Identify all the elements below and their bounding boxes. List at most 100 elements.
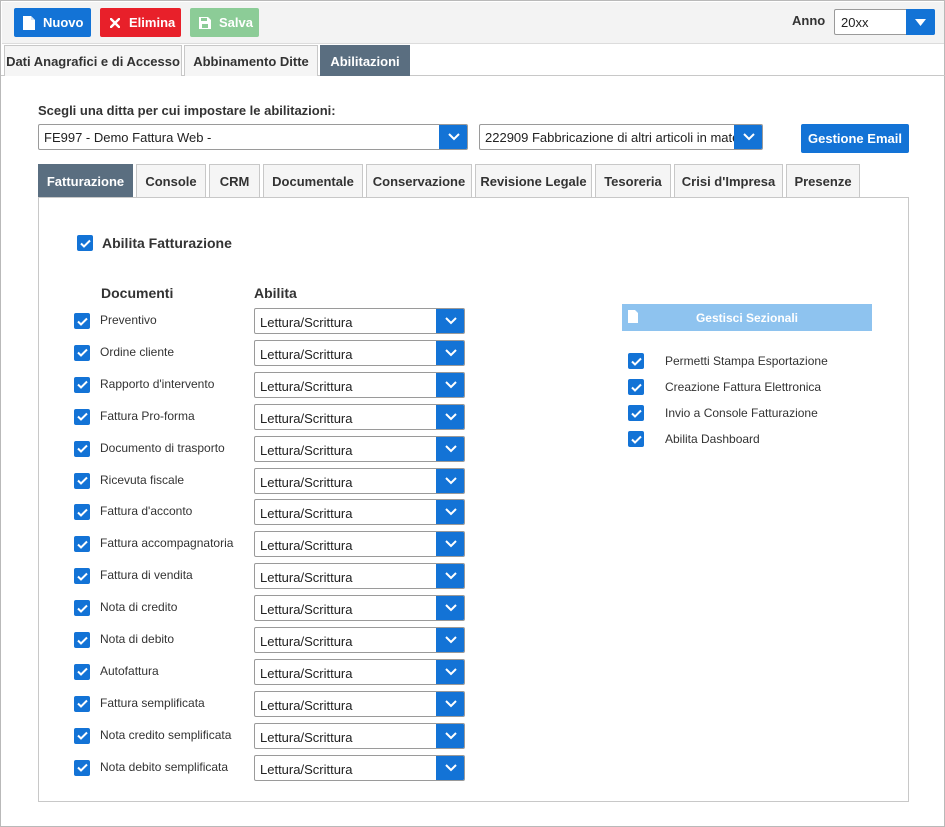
chevron-down-icon[interactable] — [436, 564, 464, 589]
permission-select[interactable]: Lettura/Scrittura — [254, 595, 465, 622]
elimina-button[interactable]: Elimina — [100, 8, 181, 37]
tab-revisione-legale[interactable]: Revisione Legale — [475, 164, 592, 198]
permission-value: Lettura/Scrittura — [260, 665, 353, 681]
checkmark-icon — [76, 636, 88, 645]
document-checkbox[interactable] — [74, 536, 90, 553]
document-checkbox[interactable] — [74, 568, 90, 585]
permission-select[interactable]: Lettura/Scrittura — [254, 403, 465, 430]
document-checkbox[interactable] — [74, 663, 90, 680]
salva-button[interactable]: Salva — [190, 8, 259, 37]
document-label: Preventivo — [100, 313, 157, 327]
permission-select[interactable]: Lettura/Scrittura — [254, 308, 465, 334]
option-checkbox[interactable] — [628, 405, 644, 421]
document-label: Nota di credito — [100, 600, 178, 615]
chevron-down-icon[interactable] — [734, 125, 762, 149]
tab-abbinamento-ditte[interactable]: Abbinamento Ditte — [184, 45, 318, 76]
chevron-down-icon[interactable] — [436, 691, 464, 716]
tab-documentale[interactable]: Documentale — [263, 164, 363, 198]
document-label: Rapporto d'intervento — [100, 376, 215, 391]
ateco-select[interactable]: 222909 Fabbricazione di altri articoli i… — [479, 124, 763, 150]
document-label: Documento di trasporto — [100, 440, 225, 455]
chevron-down-icon[interactable] — [436, 500, 464, 525]
abilita-fatturazione-label: Abilita Fatturazione — [102, 235, 232, 251]
chevron-down-icon[interactable] — [436, 372, 464, 397]
document-icon — [21, 15, 37, 31]
permission-value: Lettura/Scrittura — [260, 538, 353, 554]
tab-crm[interactable]: CRM — [209, 164, 260, 198]
document-label: Ricevuta fiscale — [100, 472, 185, 487]
chevron-down-icon[interactable] — [436, 468, 464, 493]
tab-fatturazione[interactable]: Fatturazione — [38, 164, 133, 198]
tab-dati-anagrafici[interactable]: Dati Anagrafici e di Accesso — [4, 45, 182, 76]
permission-select[interactable]: Lettura/Scrittura — [254, 339, 465, 366]
chevron-down-icon[interactable] — [436, 723, 464, 748]
checkmark-icon — [79, 239, 91, 248]
top-tabs: Dati Anagrafici e di Accesso Abbinamento… — [1, 44, 945, 76]
permission-select[interactable]: Lettura/Scrittura — [254, 658, 465, 685]
document-checkbox[interactable] — [74, 632, 90, 648]
permission-value: Lettura/Scrittura — [260, 474, 353, 490]
document-checkbox[interactable] — [74, 376, 90, 393]
checkmark-icon — [76, 668, 88, 677]
tab-console[interactable]: Console — [136, 164, 206, 198]
permission-select[interactable]: Lettura/Scrittura — [254, 690, 465, 717]
chevron-down-icon[interactable] — [436, 659, 464, 684]
document-checkbox[interactable] — [74, 600, 90, 617]
chevron-down-icon[interactable] — [439, 125, 467, 149]
abilita-fatturazione-checkbox[interactable] — [77, 235, 93, 251]
chevron-down-icon[interactable] — [436, 755, 464, 780]
document-checkbox[interactable] — [74, 504, 90, 521]
gestisci-sezionali-button[interactable]: Gestisci Sezionali — [622, 304, 872, 331]
salva-label: Salva — [219, 15, 253, 30]
permission-select[interactable]: Lettura/Scrittura — [254, 754, 465, 781]
elimina-label: Elimina — [129, 15, 176, 30]
permission-select[interactable]: Lettura/Scrittura — [254, 563, 465, 590]
permission-value: Lettura/Scrittura — [260, 346, 353, 362]
chevron-down-icon[interactable] — [436, 628, 464, 652]
permission-select[interactable]: Lettura/Scrittura — [254, 627, 465, 653]
permission-value: Lettura/Scrittura — [260, 410, 353, 426]
chevron-down-icon[interactable] — [436, 532, 464, 557]
document-label: Fattura d'acconto — [100, 504, 193, 519]
permission-select[interactable]: Lettura/Scrittura — [254, 467, 465, 494]
tab-crisi-impresa[interactable]: Crisi d'Impresa — [674, 164, 783, 198]
document-checkbox[interactable] — [74, 727, 90, 744]
permission-select[interactable]: Lettura/Scrittura — [254, 435, 465, 462]
document-checkbox[interactable] — [74, 344, 90, 361]
document-label: Fattura accompagnatoria — [100, 536, 234, 551]
tab-abilitazioni[interactable]: Abilitazioni — [320, 45, 410, 76]
permission-value: Lettura/Scrittura — [260, 602, 353, 618]
chevron-down-icon[interactable] — [436, 309, 464, 333]
ditta-select[interactable]: FE997 - Demo Fattura Web - — [38, 124, 468, 150]
option-checkbox[interactable] — [628, 379, 644, 395]
chevron-down-icon[interactable] — [436, 436, 464, 461]
gestione-email-button[interactable]: Gestione Email — [801, 124, 909, 153]
option-checkbox[interactable] — [628, 431, 644, 447]
permission-select[interactable]: Lettura/Scrittura — [254, 722, 465, 749]
document-checkbox[interactable] — [74, 408, 90, 425]
chevron-down-icon[interactable] — [906, 9, 935, 35]
chevron-down-icon[interactable] — [436, 340, 464, 365]
chevron-down-icon[interactable] — [436, 404, 464, 429]
document-checkbox[interactable] — [74, 440, 90, 457]
tab-tesoreria[interactable]: Tesoreria — [595, 164, 671, 198]
option-label: Abilita Dashboard — [665, 432, 760, 446]
anno-select[interactable]: 20xx — [834, 9, 935, 35]
permission-value: Lettura/Scrittura — [260, 634, 353, 649]
checkmark-icon — [630, 357, 642, 366]
permission-value: Lettura/Scrittura — [260, 570, 353, 586]
permission-select[interactable]: Lettura/Scrittura — [254, 371, 465, 398]
nuovo-button[interactable]: Nuovo — [14, 8, 91, 37]
option-label: Permetti Stampa Esportazione — [665, 354, 828, 368]
permission-select[interactable]: Lettura/Scrittura — [254, 531, 465, 558]
tab-conservazione[interactable]: Conservazione — [366, 164, 472, 198]
chevron-down-icon[interactable] — [436, 596, 464, 621]
document-checkbox[interactable] — [74, 313, 90, 329]
document-checkbox[interactable] — [74, 695, 90, 712]
option-checkbox[interactable] — [628, 353, 644, 369]
document-checkbox[interactable] — [74, 759, 90, 776]
document-checkbox[interactable] — [74, 472, 90, 489]
tab-presenze[interactable]: Presenze — [786, 164, 860, 198]
permission-select[interactable]: Lettura/Scrittura — [254, 499, 465, 526]
checkmark-icon — [76, 572, 88, 581]
